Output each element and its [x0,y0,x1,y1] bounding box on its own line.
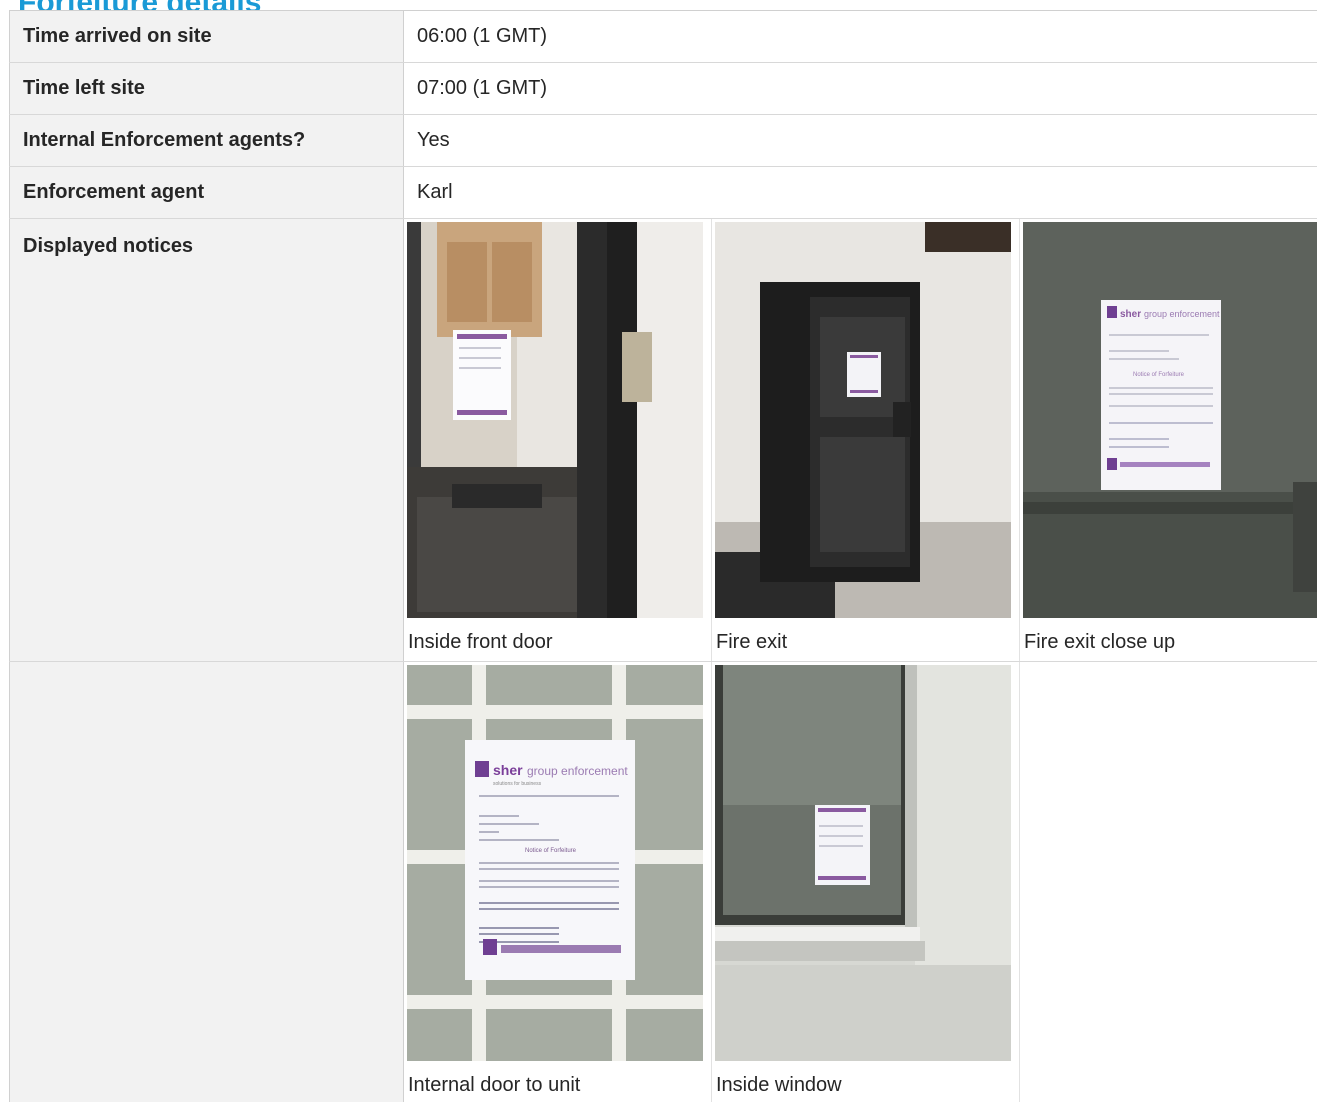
notice-brand: sher [1120,309,1141,320]
photo-caption: Inside front door [408,631,553,653]
photo-caption: Inside window [716,1074,842,1096]
table-row: Time left site 07:00 (1 GMT) [9,63,1317,115]
notice-heading: Notice of Forfeiture [1133,372,1185,378]
notice-photo[interactable]: sher group enforcement Notice of Forfeit… [1023,222,1317,618]
notice-brand-rest: group enforcement [527,764,628,778]
row-label: Displayed notices [9,219,404,661]
table-row: Internal Enforcement agents? Yes [9,115,1317,167]
row-label-empty [9,662,404,1102]
photo-caption: Fire exit close up [1024,631,1176,653]
row-label: Time left site [9,63,404,114]
photo-caption: Internal door to unit [408,1074,581,1096]
photo-gallery: sher group enforcement solutions for bus… [404,662,1317,1102]
photo-gallery: Inside front door Fire exit sher group e… [404,219,1317,661]
row-value: 07:00 (1 GMT) [417,77,548,99]
door-photo[interactable] [715,222,1011,618]
notice-tagline: solutions for business [493,781,542,787]
notice-brand: sher [493,762,523,778]
forfeiture-details-table: Time arrived on site 06:00 (1 GMT) Time … [9,10,1317,1102]
photo-card[interactable]: Inside window [712,662,1020,1102]
photo-card[interactable]: sher group enforcement Notice of Forfeit… [1020,219,1317,661]
row-label: Time arrived on site [9,11,404,62]
row-label: Enforcement agent [9,167,404,218]
row-value: Karl [417,181,453,203]
photo-card-empty [1020,662,1317,1102]
table-row: sher group enforcement solutions for bus… [9,662,1317,1102]
row-value: 06:00 (1 GMT) [417,25,548,47]
door-photo[interactable] [407,222,703,618]
notice-photo[interactable]: sher group enforcement solutions for bus… [407,665,703,1061]
notice-heading: Notice of Forfeiture [525,848,577,854]
window-photo[interactable] [715,665,1011,1061]
table-row: Time arrived on site 06:00 (1 GMT) [9,11,1317,63]
row-value: Yes [417,129,450,151]
photo-card[interactable]: Inside front door [404,219,712,661]
table-row: Enforcement agent Karl [9,167,1317,219]
row-label: Internal Enforcement agents? [9,115,404,166]
notice-brand-rest: group enforcement [1144,309,1220,319]
photo-card[interactable]: Fire exit [712,219,1020,661]
photo-card[interactable]: sher group enforcement solutions for bus… [404,662,712,1102]
table-row: Displayed notices Inside front door Fire… [9,219,1317,662]
photo-caption: Fire exit [716,631,788,653]
